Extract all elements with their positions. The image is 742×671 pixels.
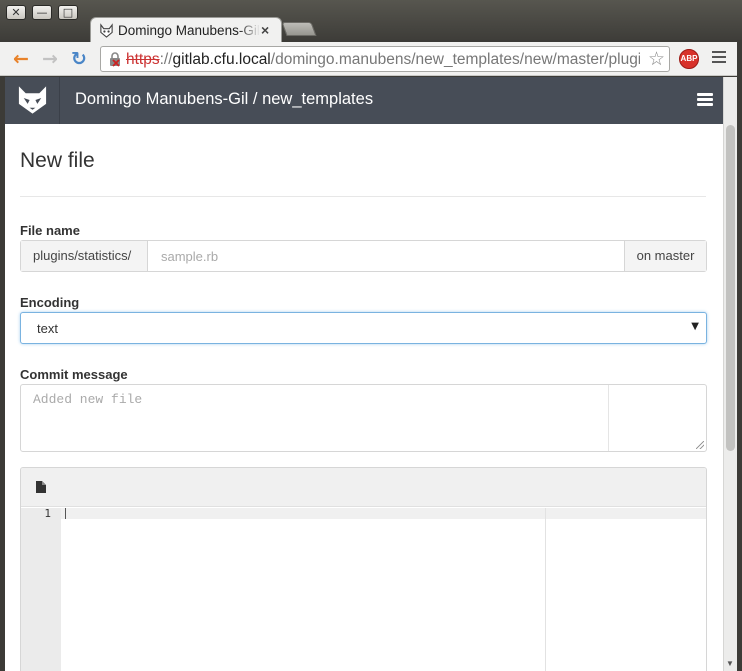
url-scheme: https [126, 51, 160, 68]
file-path-prefix: plugins/statistics/ [21, 241, 148, 271]
commit-message-input[interactable] [21, 385, 608, 451]
dropdown-caret-icon: ▼ [691, 321, 699, 332]
bookmark-star-icon[interactable]: ☆ [648, 48, 665, 70]
commit-message-wrapper [20, 384, 707, 452]
window-minimize-button[interactable]: — [32, 5, 52, 20]
browser-toolbar: ← → ↻ https://gitlab.cfu.local/domingo.m… [0, 42, 742, 76]
url-separator: :// [159, 51, 173, 68]
browser-menu-icon[interactable] [712, 51, 726, 65]
page-title: New file [20, 149, 95, 172]
gitlab-favicon-icon [100, 23, 113, 38]
branch-addon: on master [624, 241, 706, 271]
forward-icon[interactable]: → [40, 49, 60, 69]
encoding-selected-value: text [37, 321, 58, 336]
tab-close-icon[interactable]: × [261, 22, 269, 38]
title-divider [20, 196, 706, 197]
window-close-button[interactable]: ✕ [6, 5, 26, 20]
editor-print-margin [545, 508, 546, 671]
editor-gutter [21, 508, 61, 671]
page-viewport: Domingo Manubens-Gil / new_templates New… [5, 77, 723, 671]
url-text[interactable]: https://gitlab.cfu.local/domingo.manuben… [126, 51, 640, 69]
tab-title: Domingo Manubens-Gil [118, 23, 260, 38]
new-tab-button[interactable] [281, 22, 317, 36]
gitlab-logo-link[interactable] [5, 77, 60, 124]
gitlab-logo-icon [18, 86, 47, 114]
editor-active-line [61, 508, 706, 519]
scrollbar-thumb[interactable] [726, 125, 735, 451]
gitlab-header: Domingo Manubens-Gil / new_templates [5, 77, 723, 124]
line-number: 1 [44, 507, 51, 520]
encoding-label: Encoding [20, 295, 80, 310]
file-name-label: File name [20, 223, 80, 238]
address-bar[interactable]: https://gitlab.cfu.local/domingo.manuben… [100, 46, 670, 72]
window-titlebar: ✕ — □ Domingo Manubens-Gil × [0, 0, 742, 43]
commit-message-label: Commit message [20, 367, 128, 382]
url-path: /domingo.manubens/new_templates/new/mast… [270, 51, 640, 68]
scroll-down-arrow-icon[interactable]: ▼ [726, 659, 734, 668]
page-scrollbar[interactable]: ▼ [723, 77, 737, 671]
window-border [737, 40, 742, 671]
back-icon[interactable]: ← [11, 49, 31, 69]
broken-lock-icon[interactable] [108, 52, 122, 67]
window-maximize-button[interactable]: □ [58, 5, 78, 20]
file-icon[interactable] [36, 481, 46, 493]
code-editor[interactable]: 1 [20, 467, 707, 671]
project-title[interactable]: Domingo Manubens-Gil / new_templates [75, 90, 373, 109]
commit-message-divider [608, 385, 609, 451]
file-name-input[interactable] [149, 241, 624, 271]
reload-icon[interactable]: ↻ [69, 49, 89, 69]
adblock-extension-icon[interactable]: ABP [679, 49, 699, 69]
hamburger-menu-icon[interactable] [697, 93, 713, 107]
url-host: gitlab.cfu.local [172, 51, 271, 68]
textarea-resize-handle[interactable] [696, 441, 704, 449]
encoding-select[interactable]: text ▼ [20, 312, 707, 344]
file-name-group: plugins/statistics/ on master [20, 240, 707, 272]
editor-cursor [65, 508, 66, 519]
browser-tab-active[interactable]: Domingo Manubens-Gil × [90, 17, 282, 43]
editor-toolbar [21, 468, 706, 507]
